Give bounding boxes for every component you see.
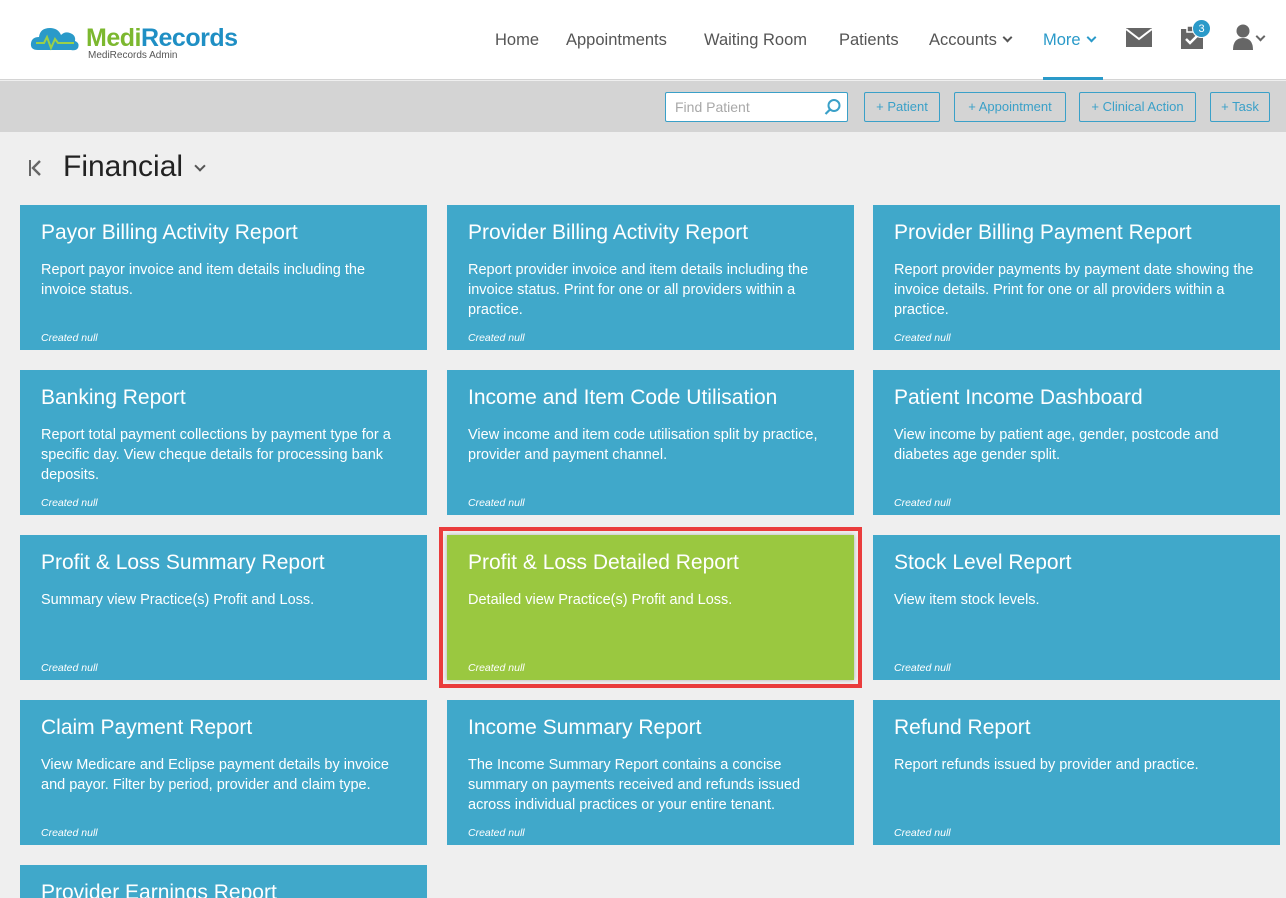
report-card-stock-level[interactable]: Stock Level Report View item stock level… <box>873 535 1280 680</box>
card-description: View item stock levels. <box>894 592 1040 608</box>
mail-icon[interactable] <box>1126 28 1152 47</box>
report-card-profit-loss-detailed[interactable]: Profit & Loss Detailed Report Detailed v… <box>439 527 862 688</box>
card-title: Income and Item Code Utilisation <box>468 386 778 409</box>
card-title: Provider Billing Payment Report <box>894 221 1192 244</box>
card-title: Provider Billing Activity Report <box>468 221 749 244</box>
report-card-claim-payment[interactable]: Claim Payment Report View Medicare and E… <box>20 700 427 845</box>
report-card-provider-billing-activity[interactable]: Provider Billing Activity Report Report … <box>447 205 854 350</box>
card-description: Report provider payments by payment date… <box>894 262 1254 318</box>
nav-appointments[interactable]: Appointments <box>566 0 667 80</box>
card-created: Created null <box>894 332 951 344</box>
card-description: Report payor invoice and item details in… <box>41 262 366 298</box>
report-card-payor-billing-activity[interactable]: Payor Billing Activity Report Report pay… <box>20 205 427 350</box>
report-card-profit-loss-summary[interactable]: Profit & Loss Summary Report Summary vie… <box>20 535 427 680</box>
add-clinical-action-button[interactable]: + Clinical Action <box>1079 92 1196 122</box>
add-patient-button[interactable]: + Patient <box>864 92 940 122</box>
card-description: Detailed view Practice(s) Profit and Los… <box>468 592 733 608</box>
card-title: Profit & Loss Summary Report <box>41 551 325 574</box>
user-menu[interactable] <box>1233 24 1273 54</box>
card-description: Summary view Practice(s) Profit and Loss… <box>41 592 315 608</box>
card-title: Payor Billing Activity Report <box>41 221 298 244</box>
search-icon[interactable] <box>824 98 842 116</box>
card-created: Created null <box>41 827 98 839</box>
add-appointment-button[interactable]: + Appointment <box>954 92 1066 122</box>
card-description: Report total payment collections by paym… <box>41 427 391 483</box>
card-title: Income Summary Report <box>468 716 702 739</box>
nav-patients[interactable]: Patients <box>839 0 899 80</box>
card-created: Created null <box>41 332 98 344</box>
logo-wordmark: MediRecords <box>86 24 238 52</box>
report-card-income-item-code-utilisation[interactable]: Income and Item Code Utilisation View in… <box>447 370 854 515</box>
collapse-back-icon[interactable] <box>28 159 42 177</box>
title-chevron-down-icon[interactable] <box>194 160 206 172</box>
add-task-button[interactable]: + Task <box>1210 92 1270 122</box>
card-created: Created null <box>468 827 525 839</box>
card-created: Created null <box>894 662 951 674</box>
find-patient-field[interactable] <box>665 92 848 122</box>
card-description: View income by patient age, gender, post… <box>894 427 1219 463</box>
card-created: Created null <box>894 827 951 839</box>
chevron-down-icon <box>1255 31 1266 42</box>
user-icon <box>1233 24 1253 50</box>
report-card-income-summary[interactable]: Income Summary Report The Income Summary… <box>447 700 854 845</box>
nav-more[interactable]: More <box>1043 0 1103 80</box>
card-created: Created null <box>894 497 951 509</box>
card-title: Claim Payment Report <box>41 716 253 739</box>
card-created: Created null <box>41 497 98 509</box>
report-card-provider-billing-payment[interactable]: Provider Billing Payment Report Report p… <box>873 205 1280 350</box>
task-count-badge: 3 <box>1192 19 1211 38</box>
card-description: Report provider invoice and item details… <box>468 262 809 318</box>
card-description: The Income Summary Report contains a con… <box>468 757 801 813</box>
chevron-down-icon <box>1086 32 1097 43</box>
card-created: Created null <box>468 662 525 674</box>
card-title: Stock Level Report <box>894 551 1072 574</box>
top-navigation-bar: MediRecords MediRecords Admin Home Appoi… <box>0 0 1286 80</box>
card-description: Report refunds issued by provider and pr… <box>894 757 1199 773</box>
medirecords-logo[interactable]: MediRecords MediRecords Admin <box>30 22 250 62</box>
nav-waiting-room[interactable]: Waiting Room <box>704 0 807 80</box>
nav-home[interactable]: Home <box>495 0 539 80</box>
card-created: Created null <box>468 497 525 509</box>
card-title: Refund Report <box>894 716 1031 739</box>
chevron-down-icon <box>1002 32 1013 43</box>
card-title: Patient Income Dashboard <box>894 386 1143 409</box>
card-title: Profit & Loss Detailed Report <box>468 551 739 574</box>
logo-subtitle: MediRecords Admin <box>88 50 178 61</box>
card-created: Created null <box>468 332 525 344</box>
card-title: Banking Report <box>41 386 186 409</box>
card-description: View Medicare and Eclipse payment detail… <box>41 757 389 793</box>
cloud-logo-icon <box>30 28 79 51</box>
report-card-refund[interactable]: Refund Report Report refunds issued by p… <box>873 700 1280 845</box>
report-card-provider-earnings[interactable]: Provider Earnings Report <box>20 865 427 898</box>
card-description: View income and item code utilisation sp… <box>468 427 818 463</box>
report-card-patient-income-dashboard[interactable]: Patient Income Dashboard View income by … <box>873 370 1280 515</box>
find-patient-input[interactable] <box>666 93 821 121</box>
card-created: Created null <box>41 662 98 674</box>
nav-accounts[interactable]: Accounts <box>929 0 1013 80</box>
page-title: Financial <box>63 150 184 183</box>
report-card-banking[interactable]: Banking Report Report total payment coll… <box>20 370 427 515</box>
card-title: Provider Earnings Report <box>41 881 277 898</box>
